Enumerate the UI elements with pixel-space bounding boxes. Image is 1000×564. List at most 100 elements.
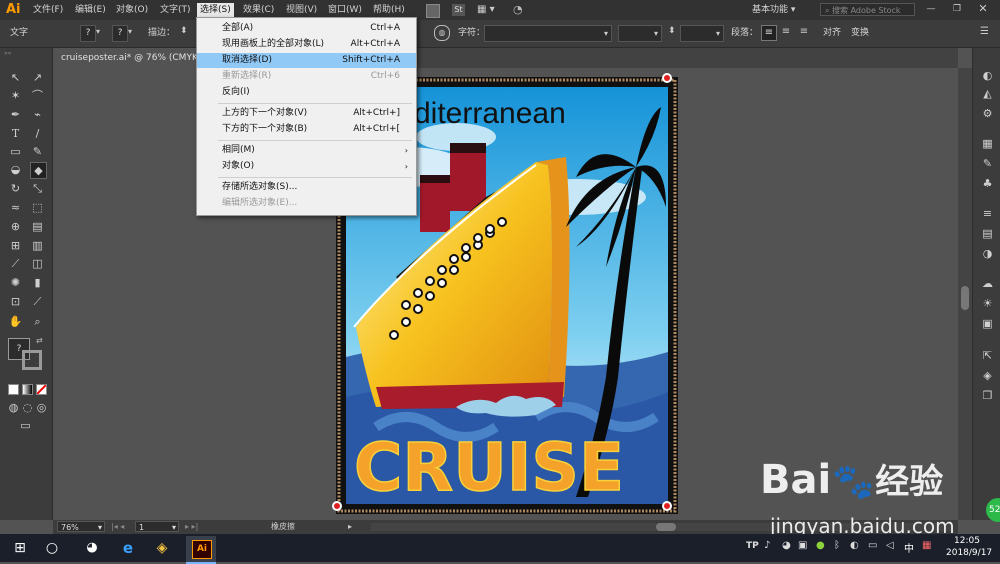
blend-tool-icon[interactable]: ◫	[30, 256, 45, 271]
menu-window[interactable]: 窗口(W)	[325, 3, 365, 17]
shaper-tool-icon[interactable]: ◒	[8, 162, 23, 177]
export-icon[interactable]: ⇱	[980, 348, 995, 363]
gradient-panel-icon[interactable]: ▤	[980, 226, 995, 241]
menu-file[interactable]: 文件(F)	[30, 3, 66, 17]
search-circle-icon[interactable]: ○	[42, 538, 62, 558]
cc-libraries-icon[interactable]: ☁	[980, 276, 995, 291]
direct-selection-tool-icon[interactable]: ↗	[30, 70, 45, 85]
font-family-select[interactable]: ▾	[484, 25, 612, 42]
vertical-scrollbar[interactable]	[958, 68, 972, 520]
hand-tool-icon[interactable]: ✋	[8, 314, 23, 329]
clock-time[interactable]: 12:05	[954, 536, 980, 546]
ime-indicator[interactable]: 中	[904, 540, 914, 555]
draw-normal-icon[interactable]: ◍	[6, 400, 21, 415]
workspace-switcher[interactable]: 基本功能 ▾	[752, 3, 810, 17]
minimize-icon[interactable]: —	[924, 2, 938, 16]
menu-item-all-on-artboard[interactable]: 现用画板上的全部对象(L) Alt+Ctrl+A	[197, 37, 416, 52]
arrange-documents-icon[interactable]: ▦ ▾	[477, 4, 499, 16]
menu-help[interactable]: 帮助(H)	[370, 3, 408, 17]
qq-icon[interactable]: ◕	[82, 538, 102, 558]
none-mode-icon[interactable]	[36, 384, 47, 395]
menu-type[interactable]: 文字(T)	[157, 3, 194, 17]
free-transform-tool-icon[interactable]: ⬚	[30, 200, 45, 215]
stroke-color-swatch[interactable]	[22, 350, 42, 370]
stroke-panel-icon[interactable]: ≡	[980, 206, 995, 221]
first-artboard-icon[interactable]: |◂ ◂	[111, 521, 124, 532]
color-mode-icon[interactable]	[8, 384, 19, 395]
transparency-icon[interactable]: ◑	[980, 246, 995, 261]
menu-object[interactable]: 对象(O)	[113, 3, 151, 17]
tray-wechat-icon[interactable]: ◐	[850, 540, 859, 551]
menu-item-same[interactable]: 相同(M) ›	[197, 143, 416, 158]
tray-bell-icon[interactable]: ♪	[764, 540, 770, 551]
stock-search-input[interactable]: ⌕ 搜索 Adobe Stock	[820, 3, 915, 16]
selection-tool-icon[interactable]: ↖	[8, 70, 23, 85]
horizontal-scrollbar-thumb[interactable]	[656, 523, 676, 531]
clock-date[interactable]: 2018/9/17	[946, 548, 992, 558]
menu-select[interactable]: 选择(S)	[197, 3, 234, 17]
pen-tool-icon[interactable]: ✒	[8, 107, 23, 122]
perspective-grid-tool-icon[interactable]: ▤	[30, 219, 45, 234]
edge-browser-icon[interactable]: e	[118, 538, 138, 558]
gradient-tool-icon[interactable]: ▥	[30, 238, 45, 253]
screen-mode-icon[interactable]: ▭	[18, 418, 33, 433]
tray-app-icon[interactable]: TP	[746, 541, 759, 551]
menu-effect[interactable]: 效果(C)	[240, 3, 277, 17]
appearance-icon[interactable]: ☀	[980, 296, 995, 311]
draw-inside-icon[interactable]: ◎	[34, 400, 49, 415]
corner-handle[interactable]	[662, 73, 672, 83]
shape-builder-tool-icon[interactable]: ⊕	[8, 219, 23, 234]
illustrator-taskbar-button[interactable]: Ai	[186, 536, 216, 564]
toolbar-grip[interactable]: ««	[4, 51, 48, 57]
rotate-tool-icon[interactable]: ↻	[8, 181, 23, 196]
color-panel-icon[interactable]: ◐	[980, 68, 995, 83]
brushes-icon[interactable]: ✎	[980, 156, 995, 171]
menu-item-object[interactable]: 对象(O) ›	[197, 159, 416, 174]
fill-chevron-down-icon[interactable]: ▾	[96, 27, 100, 36]
recolor-icon[interactable]: ◍	[434, 25, 450, 41]
menu-item-save-selection[interactable]: 存储所选对象(S)...	[197, 180, 416, 195]
paintbrush-tool-icon[interactable]: ✎	[30, 144, 45, 159]
align-right-icon[interactable]: ≡	[797, 25, 811, 39]
transform-panel-link[interactable]: 变换	[851, 26, 869, 40]
menu-view[interactable]: 视图(V)	[283, 3, 320, 17]
panel-menu-icon[interactable]: ☰	[980, 26, 989, 37]
line-tool-icon[interactable]: /	[30, 126, 45, 141]
fill-swatch[interactable]: ?	[80, 25, 96, 42]
close-icon[interactable]: ✕	[976, 2, 990, 16]
lasso-tool-icon[interactable]: ⌒	[30, 88, 45, 103]
corner-handle[interactable]	[332, 501, 342, 511]
draw-behind-icon[interactable]: ◌	[20, 400, 35, 415]
symbols-icon[interactable]: ♣	[980, 176, 995, 191]
curvature-tool-icon[interactable]: ⌁	[30, 107, 45, 122]
scale-tool-icon[interactable]: ⤡	[30, 181, 45, 196]
rectangle-tool-icon[interactable]: ▭	[8, 144, 23, 159]
align-panel-link[interactable]: 对齐	[823, 26, 841, 40]
menu-item-next-object-below[interactable]: 下方的下一个对象(B) Alt+Ctrl+[	[197, 122, 416, 137]
font-style-select[interactable]: ▾	[618, 25, 662, 42]
gpu-performance-icon[interactable]: ◔	[513, 3, 529, 17]
corner-handle[interactable]	[662, 501, 672, 511]
properties-icon[interactable]: ⚙	[980, 106, 995, 121]
artboard-select[interactable]: 1 ▾	[135, 521, 179, 532]
menu-edit[interactable]: 编辑(E)	[72, 3, 109, 17]
align-left-icon[interactable]: ≡	[761, 25, 777, 41]
windows-start-icon[interactable]: ⊞	[10, 538, 30, 558]
layers-icon[interactable]: ◈	[980, 368, 995, 383]
volume-icon[interactable]: ◁	[886, 540, 894, 551]
stroke-swatch[interactable]: ?	[112, 25, 128, 42]
eyedropper-tool-icon[interactable]: ⟋	[8, 256, 23, 271]
magic-wand-tool-icon[interactable]: ✶	[8, 88, 23, 103]
artboards-icon[interactable]: ❐	[980, 388, 995, 403]
slice-tool-icon[interactable]: ⟋	[30, 294, 45, 309]
last-artboard-icon[interactable]: ▸ ▸|	[185, 521, 198, 532]
tray-qq-icon[interactable]: ◕	[782, 540, 791, 551]
swap-colors-icon[interactable]: ⇄	[36, 336, 43, 345]
stock-icon[interactable]: St	[452, 4, 465, 16]
menu-item-next-object-above[interactable]: 上方的下一个对象(V) Alt+Ctrl+]	[197, 106, 416, 121]
menu-item-inverse[interactable]: 反向(I)	[197, 85, 416, 100]
width-tool-icon[interactable]: ≈	[8, 200, 23, 215]
artboard-tool-icon[interactable]: ⊡	[8, 294, 23, 309]
symbol-sprayer-tool-icon[interactable]: ✺	[8, 275, 23, 290]
stroke-stepper[interactable]: ⬍	[180, 26, 188, 36]
